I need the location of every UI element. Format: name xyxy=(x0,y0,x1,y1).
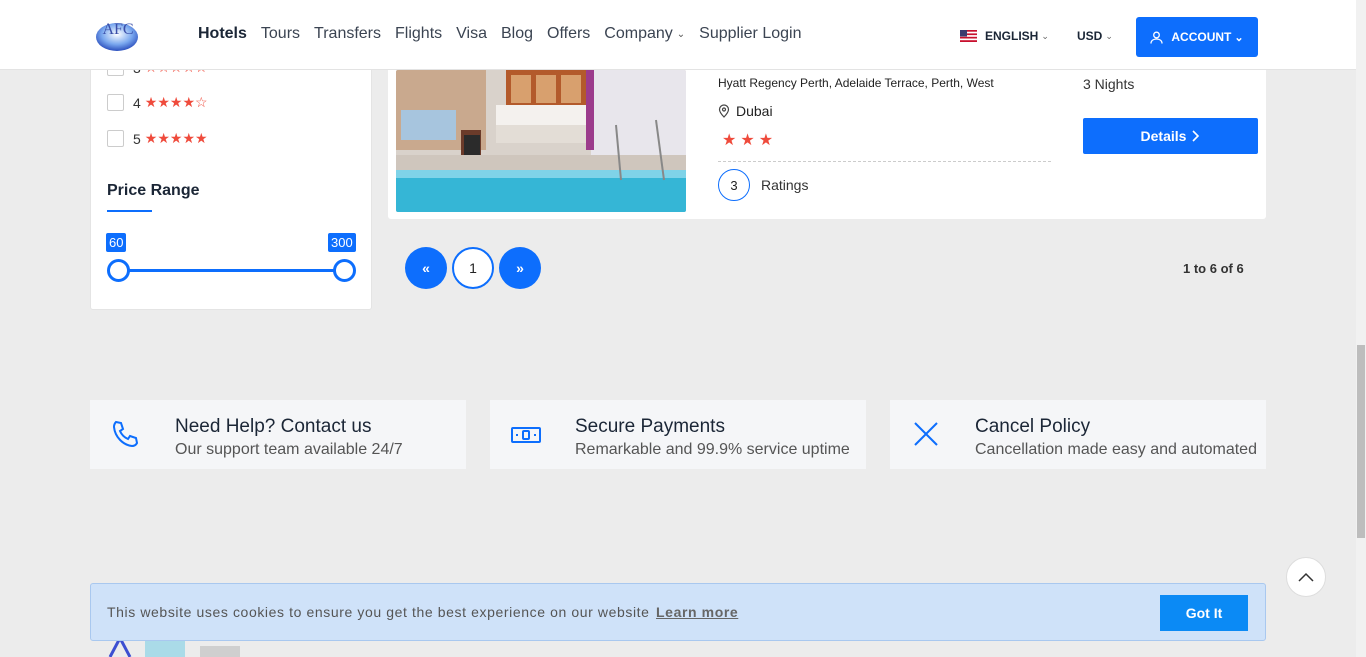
phone-icon xyxy=(110,418,142,450)
price-min-label: 60 xyxy=(106,233,127,252)
us-flag-icon xyxy=(960,30,977,42)
nav-supplier-login[interactable]: Supplier Login xyxy=(699,25,801,43)
star-checkbox[interactable] xyxy=(107,94,124,111)
language-selector[interactable]: ENGLISH ⌄ xyxy=(960,29,1049,43)
nav-tours[interactable]: Tours xyxy=(261,25,300,43)
payment-icon xyxy=(510,418,542,450)
price-max-handle[interactable] xyxy=(333,259,356,282)
star-checkbox[interactable] xyxy=(107,130,124,147)
hotel-location: Dubai xyxy=(718,103,773,119)
learn-more-link[interactable]: Learn more xyxy=(656,604,738,620)
card-divider xyxy=(718,161,1051,162)
site-header: AFC Hotels Tours Transfers Flights Visa … xyxy=(0,0,1356,70)
feature-subtitle: Our support team available 24/7 xyxy=(175,441,403,458)
chevron-down-icon: ⌄ xyxy=(1105,30,1113,41)
nav-flights[interactable]: Flights xyxy=(395,25,442,43)
chevron-right-icon xyxy=(1192,130,1200,142)
star-rating-icons: ★★★★☆ xyxy=(144,94,208,110)
star-filter-5[interactable]: 5 ★★★★★ xyxy=(107,130,208,147)
pagination-prev-button[interactable]: « xyxy=(405,247,447,289)
title-underline xyxy=(107,210,152,212)
site-logo[interactable]: AFC xyxy=(94,15,144,53)
pagination-page-1[interactable]: 1 xyxy=(452,247,494,289)
nights-count: 3 Nights xyxy=(1083,76,1135,92)
nav-company[interactable]: Company ⌄ xyxy=(604,25,685,43)
chevron-up-icon xyxy=(1298,572,1314,582)
nav-offers[interactable]: Offers xyxy=(547,25,590,43)
price-max-label: 300 xyxy=(328,233,356,252)
cookie-consent-bar: This website uses cookies to ensure you … xyxy=(90,583,1266,641)
chevron-down-icon: ⌄ xyxy=(1234,31,1244,44)
feature-subtitle: Remarkable and 99.9% service uptime xyxy=(575,441,850,458)
nav-blog[interactable]: Blog xyxy=(501,25,533,43)
nav-hotels[interactable]: Hotels xyxy=(198,25,247,43)
chevron-down-icon: ⌄ xyxy=(1041,30,1049,41)
feature-subtitle: Cancellation made easy and automated xyxy=(975,441,1257,458)
nav-visa[interactable]: Visa xyxy=(456,25,487,43)
feature-cancel-policy: Cancel Policy Cancellation made easy and… xyxy=(890,400,1266,469)
star-rating-icons: ★★★★★ xyxy=(144,130,208,146)
feature-payments: Secure Payments Remarkable and 99.9% ser… xyxy=(490,400,866,469)
hotel-star-rating: ★★★ xyxy=(722,132,778,149)
close-icon xyxy=(910,418,942,450)
price-range-title: Price Range xyxy=(107,182,200,199)
nav-transfers[interactable]: Transfers xyxy=(314,25,381,43)
scrollbar-thumb[interactable] xyxy=(1357,345,1365,538)
hotel-image[interactable] xyxy=(396,70,686,212)
account-button[interactable]: ACCOUNT ⌄ xyxy=(1136,17,1258,57)
feature-title: Cancel Policy xyxy=(975,416,1091,437)
feature-title: Secure Payments xyxy=(575,416,725,437)
svg-text:AFC: AFC xyxy=(102,21,133,38)
back-to-top-button[interactable] xyxy=(1286,557,1326,597)
results-count: 1 to 6 of 6 xyxy=(1183,261,1244,276)
star-filter-4[interactable]: 4 ★★★★☆ xyxy=(107,94,208,111)
filter-sidebar: 3 ☆☆☆☆☆ 4 ★★★★☆ 5 ★★★★★ Price Range 60 3… xyxy=(90,40,372,310)
cookie-message: This website uses cookies to ensure you … xyxy=(107,604,739,620)
feature-title: Need Help? Contact us xyxy=(175,416,372,437)
ratings-label: Ratings xyxy=(761,177,809,193)
ratings-count-badge: 3 xyxy=(718,169,750,201)
currency-selector[interactable]: USD ⌄ xyxy=(1077,29,1113,43)
feature-contact: Need Help? Contact us Our support team a… xyxy=(90,400,466,469)
hotel-address: Hyatt Regency Perth, Adelaide Terrace, P… xyxy=(718,76,994,90)
user-icon xyxy=(1150,31,1164,44)
map-pin-icon xyxy=(718,104,730,118)
details-button[interactable]: Details xyxy=(1083,118,1258,154)
chevron-down-icon: ⌄ xyxy=(676,28,686,40)
page-scrollbar[interactable] xyxy=(1356,0,1366,657)
accept-cookies-button[interactable]: Got It xyxy=(1160,595,1248,631)
price-min-handle[interactable] xyxy=(107,259,130,282)
main-nav: Hotels Tours Transfers Flights Visa Blog… xyxy=(198,25,815,43)
pagination-next-button[interactable]: » xyxy=(499,247,541,289)
price-slider-track[interactable] xyxy=(119,269,345,272)
